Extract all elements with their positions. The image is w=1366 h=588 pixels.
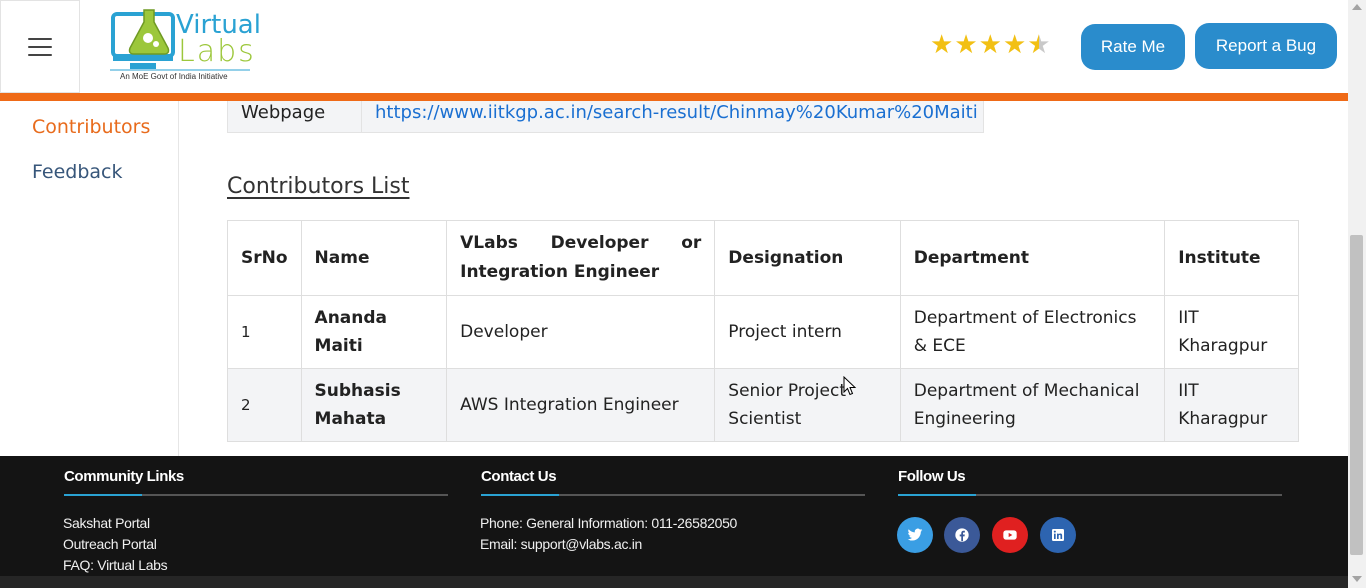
facebook-button[interactable] [944,517,980,553]
cell-department: Department of Electronics & ECE [899,295,1166,369]
cell-institute: IIT Kharagpur [1164,295,1299,369]
youtube-icon [1003,530,1017,540]
contributors-list-heading: Contributors List [227,174,410,199]
scrollbar-thumb[interactable] [1350,235,1363,555]
sidebar-item-feedback[interactable]: Feedback [32,161,122,183]
star-icon: ★ [930,29,954,59]
header-srno: SrNo [227,220,302,296]
footer-community-title: Community Links [64,468,184,485]
header-department: Department [899,220,1166,296]
twitter-icon [907,528,923,541]
sidebar: Contributors Feedback [0,101,179,456]
facebook-icon [955,528,969,542]
cell-role: AWS Integration Engineer [446,368,716,442]
linkedin-button[interactable] [1040,517,1076,553]
footer-link-faq[interactable]: FAQ: Virtual Labs [63,557,168,573]
table-header-row: SrNo Name VLabs Developer or Integration… [227,220,1299,296]
footer-contact-section: Contact Us [481,468,557,485]
cell-department: Department of Mechanical Engineering [899,368,1166,442]
star-icon: ★ [978,29,1002,59]
cell-srno: 1 [227,295,302,369]
footer-contact-phone: Phone: General Information: 011-26582050 [480,515,738,531]
half-star-icon: ★ [1027,29,1051,59]
cell-role: Developer [446,295,716,369]
header-designation: Designation [714,220,901,296]
sidebar-item-contributors[interactable]: Contributors [32,116,150,138]
scroll-down-arrow-icon[interactable] [1352,576,1362,582]
twitter-button[interactable] [897,517,933,553]
header-role-word: VLabs [460,233,518,253]
hamburger-menu-button[interactable] [0,0,80,93]
rate-me-button[interactable]: Rate Me [1081,24,1185,70]
logo-text-labs: Labs [178,34,256,69]
footer-link-sakshat[interactable]: Sakshat Portal [63,515,150,531]
mouse-pointer-icon [843,376,857,396]
cell-name: Subhasis Mahata [300,368,448,442]
footer-contact-title: Contact Us [481,468,557,485]
webpage-info-row: Webpage https://www.iitkgp.ac.in/search-… [227,101,984,133]
linkedin-icon [1052,529,1064,541]
site-header: Virtual Labs An MoE Govt of India Initia… [0,0,1348,94]
cell-srno: 2 [227,368,302,442]
header-accent-bar [0,93,1348,101]
scroll-up-arrow-icon[interactable] [1352,4,1362,10]
footer-follow-title: Follow Us [898,468,966,485]
header-role-word: Developer [550,233,649,253]
footer-divider [898,494,1282,496]
star-icon: ★ [1002,29,1027,59]
logo-tagline: An MoE Govt of India Initiative [120,72,228,81]
cell-institute: IIT Kharagpur [1164,368,1299,442]
header-name: Name [300,220,448,296]
star-icon: ★ [954,29,978,59]
footer-contact-email[interactable]: Email: support@vlabs.ac.in [480,536,642,552]
rating-stars: ★ ★ ★ ★ ★ [930,30,1051,58]
cell-designation: Senior Project Scientist [714,368,901,442]
footer-divider [481,494,865,496]
footer-follow-section: Follow Us [898,468,966,485]
header-role: VLabs Developer or Integration Engineer [446,220,716,296]
cell-designation: Project intern [714,295,901,369]
table-row: 2 Subhasis Mahata AWS Integration Engine… [227,368,1299,442]
footer-link-outreach[interactable]: Outreach Portal [63,536,157,552]
hamburger-menu-icon [28,37,52,56]
header-role-line2: Integration Engineer [460,262,660,282]
footer-bottom-bar [0,576,1348,588]
table-row: 1 Ananda Maiti Developer Project intern … [227,295,1299,369]
footer-community-section: Community Links [64,468,184,485]
footer-divider [64,494,448,496]
webpage-link[interactable]: https://www.iitkgp.ac.in/search-result/C… [362,101,978,132]
page: Virtual Labs An MoE Govt of India Initia… [0,0,1366,588]
header-role-word: or [681,233,702,253]
webpage-label: Webpage [228,101,362,132]
contributors-table: SrNo Name VLabs Developer or Integration… [227,220,1299,442]
report-bug-button[interactable]: Report a Bug [1195,23,1337,69]
youtube-button[interactable] [992,517,1028,553]
cell-name: Ananda Maiti [300,295,448,369]
header-institute: Institute [1164,220,1299,296]
